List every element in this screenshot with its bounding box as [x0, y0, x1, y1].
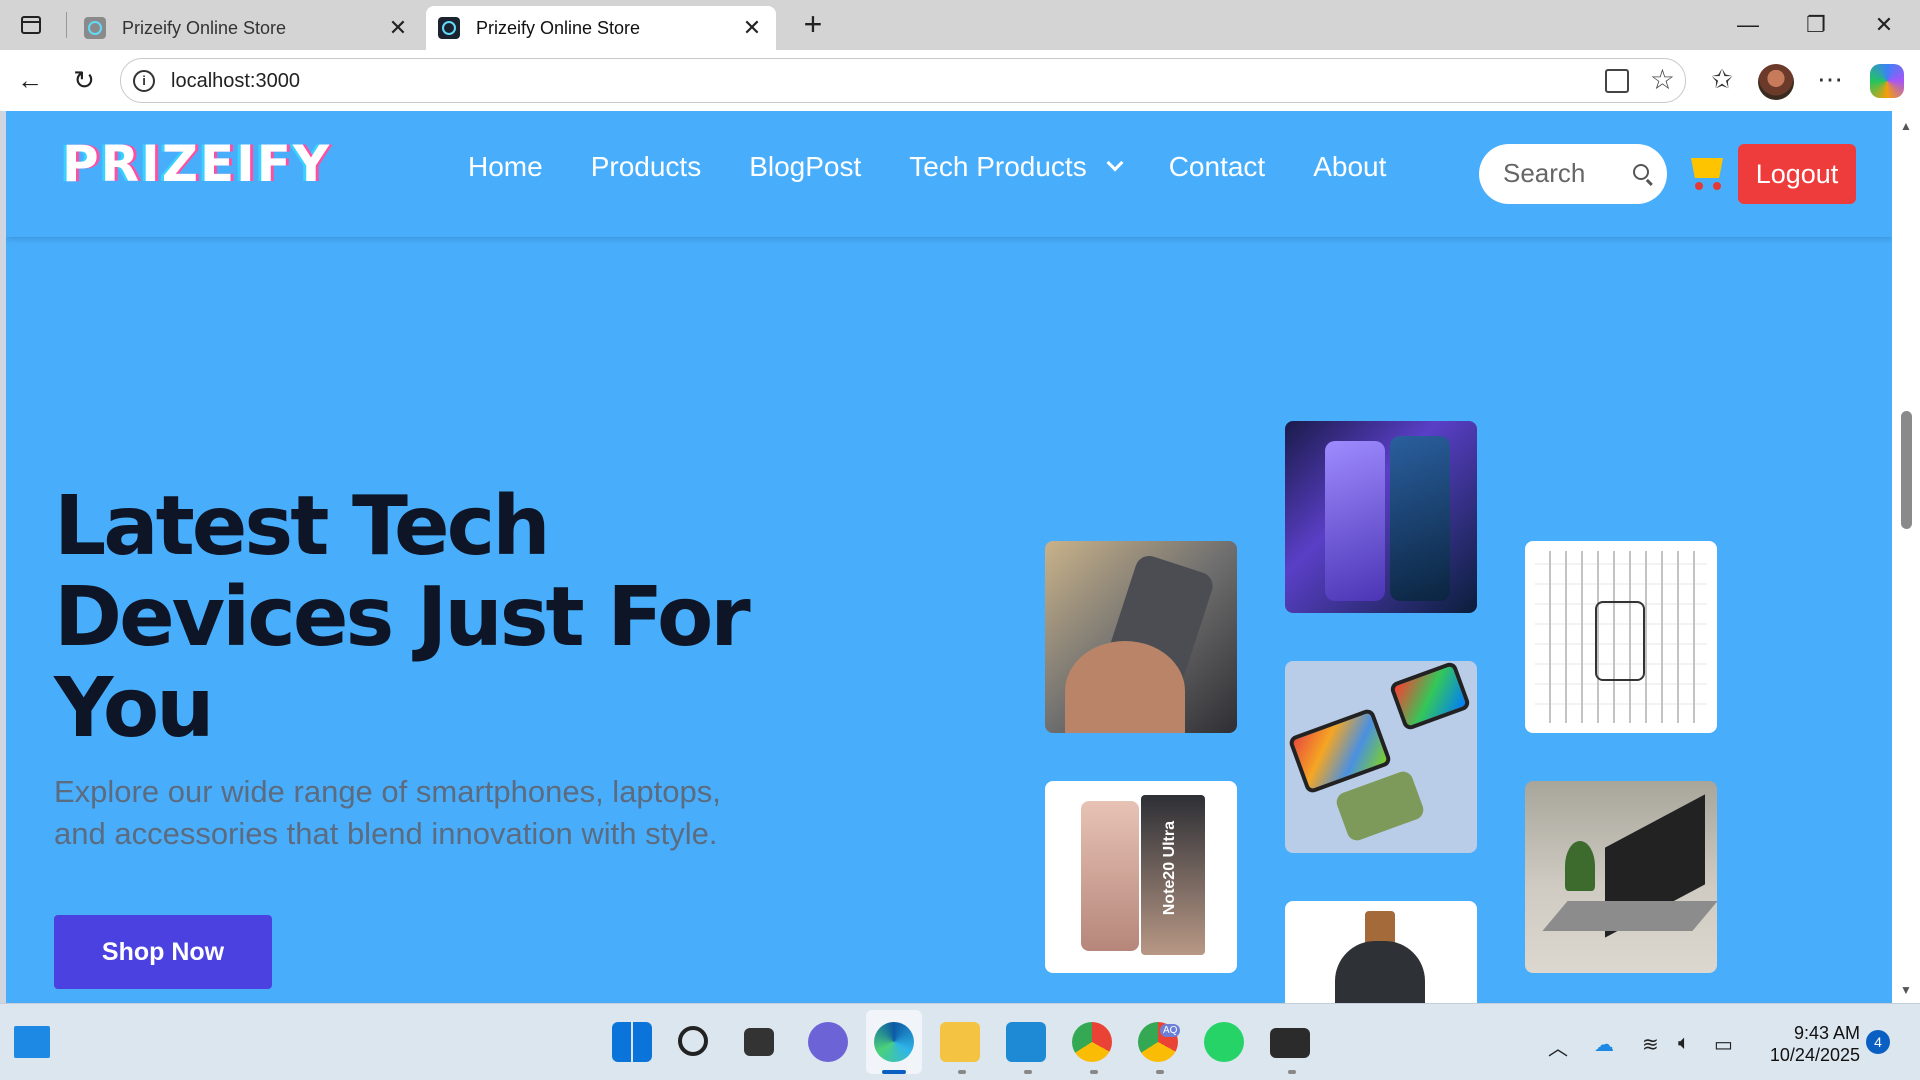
clock-date: 10/24/2025 — [1769, 1045, 1860, 1065]
profile-avatar[interactable] — [1758, 64, 1794, 100]
hero-title-line: You — [54, 661, 215, 756]
close-window-button[interactable]: ✕ — [1856, 10, 1912, 40]
nav-blogpost[interactable]: BlogPost — [749, 151, 861, 183]
more-menu-icon[interactable]: ⋯ — [1812, 64, 1848, 95]
site-header: PRIZEIFY Home Products BlogPost Tech Pro… — [6, 111, 1892, 237]
nav-tech-products-label: Tech Products — [909, 151, 1087, 182]
chrome-profile-badge: AQ — [1160, 1024, 1181, 1037]
tab-title: Prizeify Online Store — [122, 17, 287, 38]
phones-accessories-image — [1285, 661, 1477, 853]
url-text[interactable]: localhost:3000 — [171, 70, 300, 93]
main-nav: Home Products BlogPost Tech Products Con… — [468, 151, 1434, 183]
nav-home[interactable]: Home — [468, 151, 543, 183]
search-taskbar-icon[interactable] — [678, 1026, 708, 1056]
shop-now-button[interactable]: Shop Now — [54, 915, 272, 989]
tab-actions-button[interactable] — [14, 10, 48, 40]
copilot-icon[interactable] — [1870, 64, 1904, 98]
refresh-icon[interactable]: ↻ — [66, 62, 102, 98]
whatsapp-icon[interactable] — [1204, 1022, 1244, 1062]
wifi-icon[interactable]: ≋ — [1642, 1032, 1659, 1057]
onedrive-icon[interactable]: ☁ — [1594, 1032, 1614, 1057]
new-tab-button[interactable]: + — [796, 8, 830, 42]
logout-button[interactable]: Logout — [1738, 144, 1856, 204]
scrollbar-thumb[interactable] — [1901, 411, 1912, 529]
app-available-icon[interactable] — [1605, 69, 1629, 93]
hero-subtitle-line: Explore our wide range of smartphones, l… — [54, 774, 721, 809]
web-page: PRIZEIFY Home Products BlogPost Tech Pro… — [6, 111, 1892, 1003]
react-favicon-icon — [84, 17, 106, 39]
search-box — [1479, 144, 1667, 204]
windows-taskbar: AQ ︿ ☁ ≋ 🔈︎ ▭ 9:43 AM 10/24/2025 4 — [0, 1003, 1920, 1080]
task-view-icon[interactable] — [744, 1028, 774, 1056]
tab-title: Prizeify Online Store — [476, 17, 641, 38]
battery-icon[interactable]: ▭ — [1714, 1032, 1733, 1057]
scroll-up-icon[interactable]: ▲ — [1900, 119, 1912, 133]
nav-products[interactable]: Products — [591, 151, 702, 183]
iphone-product-image — [1045, 541, 1237, 733]
notification-badge[interactable]: 4 — [1866, 1030, 1890, 1054]
chevron-down-icon — [1106, 154, 1124, 172]
favorites-icon[interactable]: ✩ — [1704, 64, 1740, 95]
chrome-icon[interactable] — [1072, 1022, 1112, 1062]
file-explorer-icon[interactable] — [940, 1022, 980, 1062]
restore-button[interactable]: ❐ — [1788, 10, 1844, 40]
hero-title: Latest Tech Devices Just For You — [54, 481, 814, 754]
hero-subtitle: Explore our wide range of smartphones, l… — [54, 771, 834, 855]
start-icon[interactable] — [612, 1022, 652, 1062]
note-box-label: Note20 Ultra — [1161, 821, 1178, 916]
laptop-image — [1525, 781, 1717, 973]
hero-title-line: Devices Just For — [54, 570, 751, 665]
react-favicon-icon — [438, 17, 460, 39]
running-indicator — [1090, 1070, 1098, 1074]
browser-tab-2[interactable]: Prizeify Online Store ✕ — [426, 6, 776, 50]
cart-icon[interactable] — [1687, 154, 1725, 190]
terminal-icon[interactable] — [1270, 1028, 1310, 1058]
browser-tab-1[interactable]: Prizeify Online Store ✕ — [72, 6, 422, 50]
oneplus-phone-image — [1285, 421, 1477, 613]
running-indicator — [1156, 1070, 1164, 1074]
nav-contact[interactable]: Contact — [1169, 151, 1266, 183]
tab-close-icon[interactable]: ✕ — [740, 15, 764, 41]
minimize-button[interactable]: — — [1720, 10, 1776, 40]
nav-about[interactable]: About — [1313, 151, 1386, 183]
volume-icon[interactable]: 🔈︎ — [1678, 1032, 1690, 1055]
taskbar-clock[interactable]: 9:43 AM 10/24/2025 — [1760, 1022, 1860, 1066]
hero-title-line: Latest Tech — [54, 479, 551, 574]
search-icon[interactable] — [1633, 164, 1649, 180]
vscode-icon[interactable] — [1006, 1022, 1046, 1062]
nav-tech-products[interactable]: Tech Products — [909, 151, 1124, 183]
phone-parts-image — [1525, 541, 1717, 733]
search-input[interactable] — [1503, 158, 1623, 189]
running-indicator — [1024, 1070, 1032, 1074]
widgets-icon[interactable] — [14, 1026, 50, 1058]
teams-icon[interactable] — [808, 1022, 848, 1062]
address-bar-row: ← ↻ i localhost:3000 ☆ ✩ ⋯ — [0, 50, 1920, 111]
tab-separator — [66, 12, 67, 38]
galaxy-note-image: Note20 Ultra — [1045, 781, 1237, 973]
back-arrow-icon[interactable]: ← — [12, 62, 48, 98]
scroll-down-icon[interactable]: ▼ — [1900, 983, 1912, 997]
tab-close-icon[interactable]: ✕ — [386, 15, 410, 41]
running-indicator — [1288, 1070, 1296, 1074]
active-indicator — [882, 1070, 906, 1074]
browser-tab-bar: Prizeify Online Store ✕ Prizeify Online … — [0, 0, 1920, 50]
edge-icon[interactable] — [874, 1022, 914, 1062]
show-hidden-icons-icon[interactable]: ︿ — [1548, 1032, 1568, 1061]
sidebar-icon — [21, 16, 41, 34]
page-scrollbar[interactable]: ▲ ▼ — [1892, 111, 1920, 1003]
site-info-icon[interactable]: i — [133, 70, 155, 92]
favorite-star-icon[interactable]: ☆ — [1650, 63, 1675, 96]
clock-time: 9:43 AM — [1793, 1023, 1860, 1043]
hero-subtitle-line: and accessories that blend innovation wi… — [54, 816, 718, 851]
speaker-image — [1285, 901, 1477, 1003]
running-indicator — [958, 1070, 966, 1074]
address-bar[interactable]: i localhost:3000 ☆ — [120, 58, 1686, 103]
site-logo[interactable]: PRIZEIFY — [62, 135, 331, 193]
